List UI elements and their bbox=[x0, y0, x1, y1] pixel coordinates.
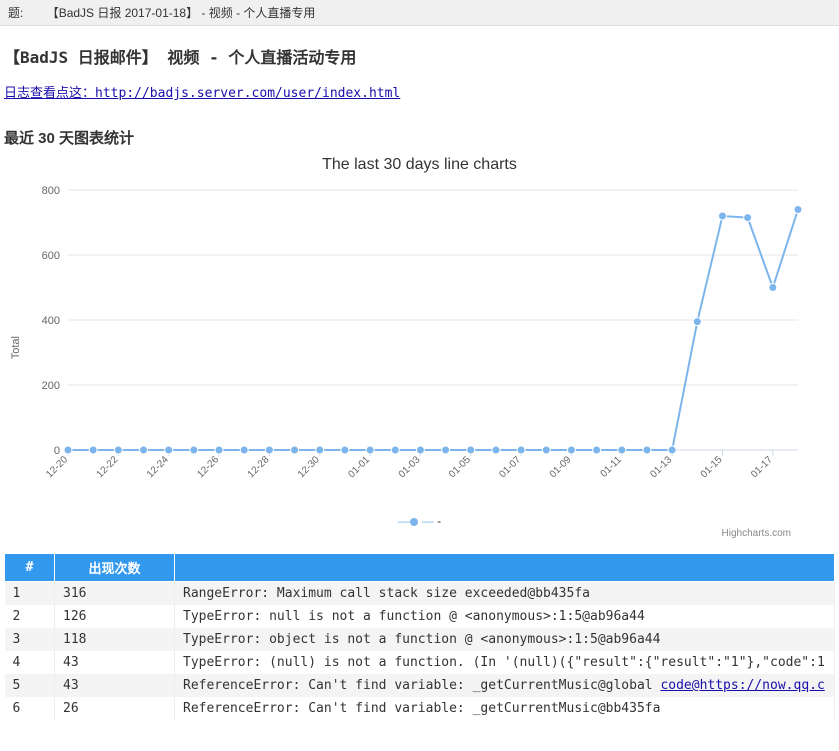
cell-message: TypeError: (null) is not a function. (In… bbox=[175, 651, 835, 674]
col-message bbox=[175, 554, 835, 582]
col-index: # bbox=[5, 554, 55, 582]
mail-subject: 【BadJS 日报邮件】 视频 - 个人直播活动专用 bbox=[4, 44, 835, 68]
chart-title: The last 30 days line charts bbox=[8, 156, 831, 174]
chart-credit[interactable]: Highcharts.com bbox=[8, 528, 791, 539]
svg-text:01-05: 01-05 bbox=[447, 454, 473, 480]
log-link-url: http://badjs.server.com/user/index.html bbox=[95, 86, 400, 101]
cell-message: TypeError: null is not a function @ <ano… bbox=[175, 605, 835, 628]
svg-text:200: 200 bbox=[42, 380, 60, 392]
chart-legend[interactable]: —— - bbox=[8, 514, 831, 528]
svg-text:01-07: 01-07 bbox=[497, 454, 523, 480]
table-row: 626ReferenceError: Can't find variable: … bbox=[5, 697, 835, 720]
svg-text:01-17: 01-17 bbox=[749, 454, 775, 480]
cell-index: 3 bbox=[5, 628, 55, 651]
svg-text:12-24: 12-24 bbox=[145, 454, 171, 480]
cell-count: 26 bbox=[55, 697, 175, 720]
table-row: 443TypeError: (null) is not a function. … bbox=[5, 651, 835, 674]
cell-message: ReferenceError: Can't find variable: _ge… bbox=[175, 697, 835, 720]
cell-count: 126 bbox=[55, 605, 175, 628]
svg-text:400: 400 bbox=[42, 315, 60, 327]
svg-text:12-28: 12-28 bbox=[246, 454, 272, 480]
legend-series-name: - bbox=[437, 514, 441, 528]
svg-text:600: 600 bbox=[42, 250, 60, 262]
svg-text:01-01: 01-01 bbox=[346, 454, 372, 480]
titlebar-text: 【BadJS 日报 2017-01-18】 - 视频 - 个人直播专用 bbox=[47, 6, 316, 20]
svg-text:12-20: 12-20 bbox=[44, 454, 70, 480]
cell-count: 118 bbox=[55, 628, 175, 651]
svg-text:01-03: 01-03 bbox=[397, 454, 423, 480]
log-link[interactable]: 日志查看点这：http://badjs.server.com/user/inde… bbox=[4, 82, 400, 101]
cell-index: 1 bbox=[5, 582, 55, 606]
error-table: # 出现次数 1316RangeError: Maximum call stac… bbox=[4, 553, 835, 720]
svg-text:0: 0 bbox=[54, 445, 60, 457]
cell-index: 4 bbox=[5, 651, 55, 674]
table-row: 543ReferenceError: Can't find variable: … bbox=[5, 674, 835, 697]
svg-text:01-09: 01-09 bbox=[548, 454, 574, 480]
y-axis-label: Total bbox=[10, 336, 22, 359]
error-link[interactable]: code@https://now.qq.c bbox=[660, 678, 824, 693]
cell-index: 2 bbox=[5, 605, 55, 628]
cell-message: TypeError: object is not a function @ <a… bbox=[175, 628, 835, 651]
cell-message: ReferenceError: Can't find variable: _ge… bbox=[175, 674, 835, 697]
table-row: 1316RangeError: Maximum call stack size … bbox=[5, 582, 835, 606]
titlebar-label: 题: bbox=[8, 6, 23, 20]
table-row: 2126TypeError: null is not a function @ … bbox=[5, 605, 835, 628]
line-chart: 0 200 400 600 800 12-20 12-22 12-24 12-26 12-28 12… bbox=[8, 180, 828, 510]
chart-container: The last 30 days line charts Total 0 200 4… bbox=[8, 156, 831, 539]
cell-count: 316 bbox=[55, 582, 175, 606]
window-titlebar: 题: 【BadJS 日报 2017-01-18】 - 视频 - 个人直播专用 bbox=[0, 0, 839, 26]
svg-text:01-13: 01-13 bbox=[648, 454, 674, 480]
table-row: 3118TypeError: object is not a function … bbox=[5, 628, 835, 651]
col-count: 出现次数 bbox=[55, 554, 175, 582]
svg-text:01-15: 01-15 bbox=[699, 454, 725, 480]
svg-text:12-22: 12-22 bbox=[95, 454, 121, 480]
svg-text:12-26: 12-26 bbox=[195, 454, 221, 480]
svg-text:12-30: 12-30 bbox=[296, 454, 322, 480]
section-heading-last30: 最近 30 天图表统计 bbox=[4, 127, 835, 148]
cell-index: 6 bbox=[5, 697, 55, 720]
cell-count: 43 bbox=[55, 674, 175, 697]
cell-count: 43 bbox=[55, 651, 175, 674]
svg-text:800: 800 bbox=[42, 185, 60, 197]
cell-index: 5 bbox=[5, 674, 55, 697]
log-link-prefix: 日志查看点这： bbox=[4, 86, 95, 101]
cell-message: RangeError: Maximum call stack size exce… bbox=[175, 582, 835, 606]
svg-text:01-11: 01-11 bbox=[599, 454, 625, 480]
table-header-row: # 出现次数 bbox=[5, 554, 835, 582]
